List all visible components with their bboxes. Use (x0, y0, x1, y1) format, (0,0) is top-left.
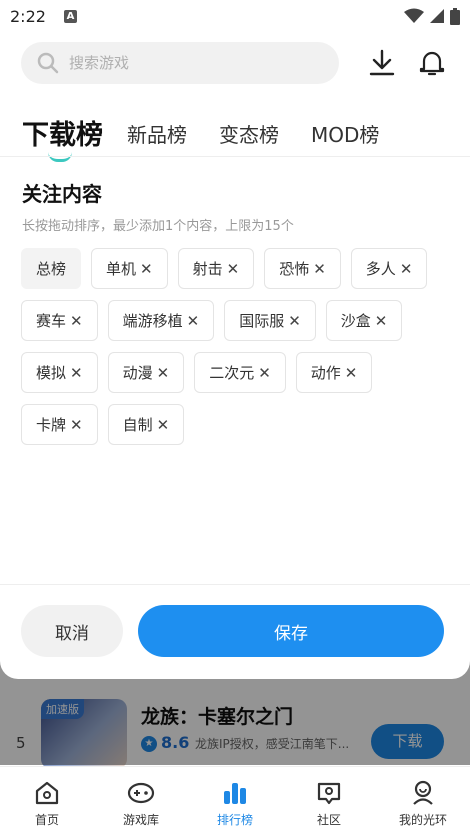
ranking-tabs: 下载榜 新品榜 变态榜 MOD榜 (22, 102, 411, 162)
tag-chip[interactable]: 自制 ✕ (107, 404, 185, 445)
signal-icon (430, 9, 444, 23)
tag-label: 卡牌 (36, 416, 67, 434)
nav-item-library[interactable]: 游戏库 (94, 767, 188, 835)
tag-row: 模拟 ✕ 动漫 ✕ 二次元 ✕ 动作 ✕ (21, 352, 451, 393)
search-icon (37, 52, 59, 74)
tag-chip[interactable]: 射击 ✕ (177, 248, 255, 289)
profile-icon (413, 780, 433, 805)
tab-mod[interactable]: MOD榜 (311, 119, 379, 152)
tab-indicator (48, 152, 72, 162)
remove-icon[interactable]: ✕ (70, 364, 83, 382)
remove-icon[interactable]: ✕ (70, 416, 83, 434)
nav-label: 我的光环 (398, 813, 447, 827)
tag-label: 总榜 (36, 260, 67, 278)
notification-icon: A (63, 9, 77, 23)
tag-label: 国际服 (239, 312, 285, 330)
nav-label: 排行榜 (216, 813, 253, 827)
tag-chip[interactable]: 赛车 ✕ (21, 300, 98, 341)
tag-label: 二次元 (209, 364, 255, 382)
remove-icon[interactable]: ✕ (187, 312, 200, 330)
tag-row: 卡牌 ✕ 自制 ✕ (21, 404, 451, 445)
tag-chip[interactable]: 沙盒 ✕ (325, 300, 403, 341)
status-time: 2:22 (10, 6, 46, 26)
tag-chip[interactable]: 恐怖 ✕ (264, 248, 341, 289)
tag-chip[interactable]: 端游移植 ✕ (107, 300, 215, 341)
tab-label: 变态榜 (219, 123, 279, 147)
tag-row: 赛车 ✕ 端游移植 ✕ 国际服 ✕ 沙盒 ✕ (21, 300, 451, 341)
nav-label: 首页 (34, 813, 59, 827)
search-row (21, 42, 451, 84)
remove-icon[interactable]: ✕ (400, 260, 413, 278)
tag-chip[interactable]: 二次元 ✕ (194, 352, 286, 393)
tag-chip[interactable]: 单机 ✕ (91, 248, 168, 289)
remove-icon[interactable]: ✕ (70, 312, 83, 330)
gamepad-icon (127, 782, 155, 804)
remove-icon[interactable]: ✕ (140, 260, 153, 278)
tag-label: 沙盒 (340, 312, 371, 330)
cancel-button[interactable]: 取消 (21, 605, 123, 657)
remove-icon[interactable]: ✕ (157, 364, 170, 382)
tag-label: 赛车 (36, 312, 67, 330)
tag-label: 动作 (310, 364, 341, 382)
community-icon (317, 782, 341, 805)
nav-item-profile[interactable]: 我的光环 (376, 767, 470, 835)
search-bar[interactable] (21, 42, 339, 84)
tag-grid: 总榜 单机 ✕ 射击 ✕ 恐怖 ✕ 多人 ✕ 赛车 ✕ 端游移植 ✕ 国际服 ✕ 沙盒 ✕ 模拟… (21, 248, 451, 456)
download-icon[interactable] (369, 49, 395, 77)
follow-content-sheet: 下载榜 新品榜 变态榜 MOD榜 关注内容 长按拖动排序，最少添加1个内容，上限… (0, 32, 470, 679)
remove-icon[interactable]: ✕ (375, 312, 388, 330)
battery-icon (450, 7, 460, 25)
tab-label: 下载榜 (22, 120, 103, 151)
tab-new[interactable]: 新品榜 (127, 119, 187, 152)
tag-chip[interactable]: 总榜 (21, 248, 82, 289)
tag-label: 恐怖 (279, 260, 310, 278)
section-hint: 长按拖动排序，最少添加1个内容，上限为15个 (22, 219, 294, 234)
tab-download[interactable]: 下载榜 (22, 113, 103, 162)
tag-chip[interactable]: 动作 ✕ (295, 352, 373, 393)
search-input[interactable] (69, 54, 309, 72)
home-icon (35, 781, 59, 805)
remove-icon[interactable]: ✕ (345, 364, 358, 382)
bell-icon[interactable] (419, 49, 445, 77)
tab-label: 新品榜 (127, 123, 187, 147)
remove-icon[interactable]: ✕ (288, 312, 301, 330)
nav-label: 社区 (316, 813, 341, 827)
tag-label: 多人 (365, 260, 396, 278)
tag-chip[interactable]: 模拟 ✕ (21, 352, 98, 393)
tag-chip[interactable]: 卡牌 ✕ (21, 404, 98, 445)
wifi-icon (404, 8, 424, 23)
bottom-nav: 首页 游戏库 排行榜 社区 我的光环 (0, 766, 470, 835)
remove-icon[interactable]: ✕ (227, 260, 240, 278)
remove-icon[interactable]: ✕ (313, 260, 326, 278)
tab-modified[interactable]: 变态榜 (219, 119, 279, 152)
nav-label: 游戏库 (122, 813, 159, 827)
tag-label: 模拟 (36, 364, 67, 382)
tag-chip[interactable]: 动漫 ✕ (107, 352, 185, 393)
save-button[interactable]: 保存 (138, 605, 444, 657)
tag-row: 总榜 单机 ✕ 射击 ✕ 恐怖 ✕ 多人 ✕ (21, 248, 451, 289)
nav-item-home[interactable]: 首页 (0, 767, 94, 835)
tag-label: 动漫 (122, 364, 153, 382)
divider (0, 584, 470, 585)
remove-icon[interactable]: ✕ (157, 416, 170, 434)
tag-chip[interactable]: 多人 ✕ (350, 248, 428, 289)
tag-label: 自制 (122, 416, 153, 434)
ranking-icon (224, 783, 246, 804)
remove-icon[interactable]: ✕ (258, 364, 271, 382)
nav-item-community[interactable]: 社区 (282, 767, 376, 835)
divider (0, 156, 470, 157)
section-title: 关注内容 (22, 182, 102, 206)
status-bar: 2:22 A (0, 0, 470, 32)
tag-label: 单机 (106, 260, 137, 278)
tag-label: 射击 (192, 260, 223, 278)
tag-chip[interactable]: 国际服 ✕ (224, 300, 316, 341)
tab-label: MOD榜 (311, 123, 380, 147)
nav-item-ranking[interactable]: 排行榜 (188, 767, 282, 835)
tag-label: 端游移植 (122, 312, 183, 330)
